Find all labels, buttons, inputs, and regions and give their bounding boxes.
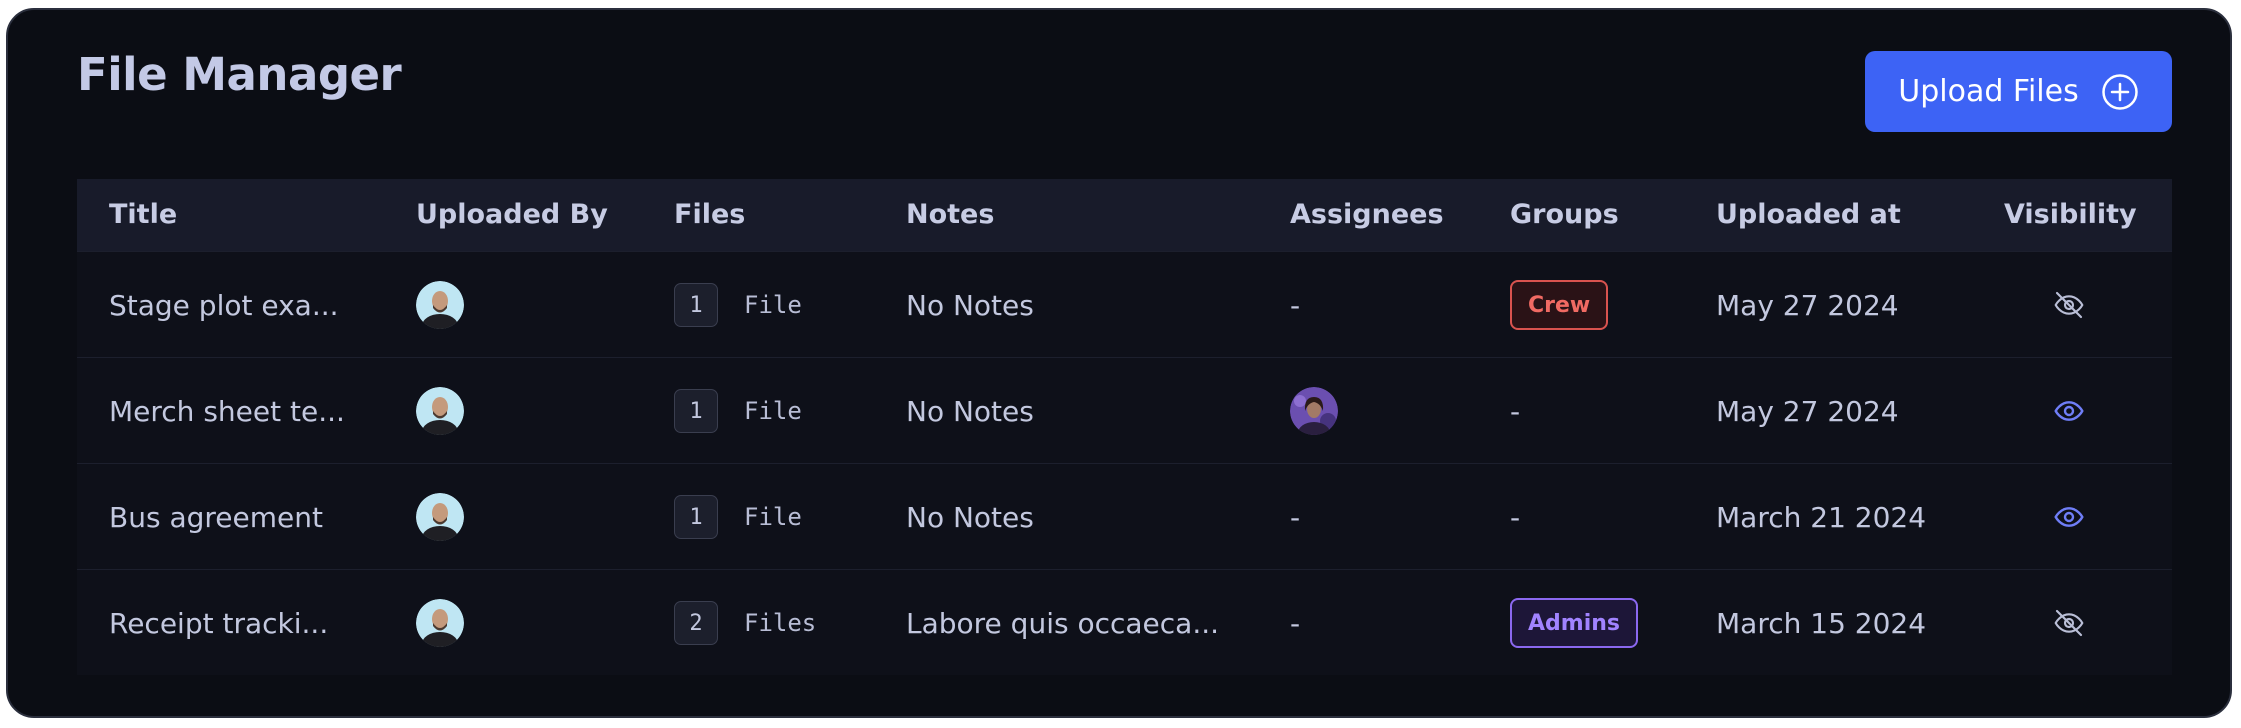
files-table: Title Uploaded By Files Notes Assignees … [77,179,2172,675]
eye-off-icon[interactable] [2053,607,2085,639]
table-row[interactable]: Stage plot exa... 1 File No Notes - Crew… [77,251,2172,357]
avatar[interactable] [416,387,464,435]
uploader-avatar-cell [416,464,464,570]
eye-icon[interactable] [2053,501,2085,533]
uploaded-at: March 21 2024 [1716,500,1927,534]
file-title[interactable]: Merch sheet te... [109,358,345,464]
uploaded-at: May 27 2024 [1716,394,1899,428]
files-count-badge: 1 [674,283,718,327]
assignees-empty: - [1290,606,1301,640]
visibility-cell [2053,252,2085,358]
group-tag-admins[interactable]: Admins [1510,598,1638,648]
avatar[interactable] [416,599,464,647]
files-label: Files [744,609,817,637]
column-header-assignees[interactable]: Assignees [1290,179,1444,251]
groups-cell: Admins [1510,570,1638,676]
visibility-cell [2053,358,2085,464]
uploader-avatar-cell [416,252,464,358]
file-title[interactable]: Stage plot exa... [109,252,339,358]
file-title[interactable]: Receipt tracki... [109,570,328,676]
plus-circle-icon [2101,73,2138,110]
files-count-cell: 2 Files [674,570,816,676]
column-header-files[interactable]: Files [674,179,745,251]
column-header-notes[interactable]: Notes [906,179,994,251]
files-label: File [744,397,802,425]
files-count-cell: 1 File [674,358,802,464]
table-row[interactable]: Merch sheet te... 1 File No Notes - May … [77,357,2172,463]
table-row[interactable]: Bus agreement 1 File No Notes - - March … [77,463,2172,569]
column-header-title[interactable]: Title [109,179,177,251]
group-tag-crew[interactable]: Crew [1510,280,1609,330]
groups-empty: - [1510,394,1521,428]
avatar[interactable] [416,493,464,541]
uploaded-at: May 27 2024 [1716,288,1899,322]
file-manager-card: File Manager Upload Files Title Uploaded… [6,8,2232,718]
assignees-empty: - [1290,288,1301,322]
files-label: File [744,291,802,319]
notes: No Notes [906,500,1034,534]
notes: No Notes [906,288,1034,322]
avatar[interactable] [1290,387,1338,435]
uploader-avatar-cell [416,570,464,676]
notes: No Notes [906,394,1034,428]
uploader-avatar-cell [416,358,464,464]
files-count-cell: 1 File [674,464,802,570]
files-count-badge: 2 [674,601,718,645]
page-title: File Manager [77,48,402,101]
file-title[interactable]: Bus agreement [109,464,323,570]
upload-files-label: Upload Files [1898,74,2079,109]
eye-icon[interactable] [2053,395,2085,427]
files-count-badge: 1 [674,495,718,539]
visibility-cell [2053,570,2085,676]
files-count-cell: 1 File [674,252,802,358]
assignees-cell [1290,358,1338,464]
column-header-groups[interactable]: Groups [1510,179,1619,251]
files-label: File [744,503,802,531]
groups-empty: - [1510,500,1521,534]
eye-off-icon[interactable] [2053,289,2085,321]
notes: Labore quis occaeca... [906,606,1220,640]
uploaded-at: March 15 2024 [1716,606,1927,640]
assignees-empty: - [1290,500,1301,534]
column-header-uploaded-by[interactable]: Uploaded By [416,179,608,251]
upload-files-button[interactable]: Upload Files [1865,51,2172,132]
column-header-uploaded-at[interactable]: Uploaded at [1716,179,1901,251]
table-row[interactable]: Receipt tracki... 2 Files Labore quis oc… [77,569,2172,675]
table-header: Title Uploaded By Files Notes Assignees … [77,179,2172,251]
avatar[interactable] [416,281,464,329]
visibility-cell [2053,464,2085,570]
groups-cell: Crew [1510,252,1609,358]
column-header-visibility[interactable]: Visibility [2004,179,2137,251]
files-count-badge: 1 [674,389,718,433]
